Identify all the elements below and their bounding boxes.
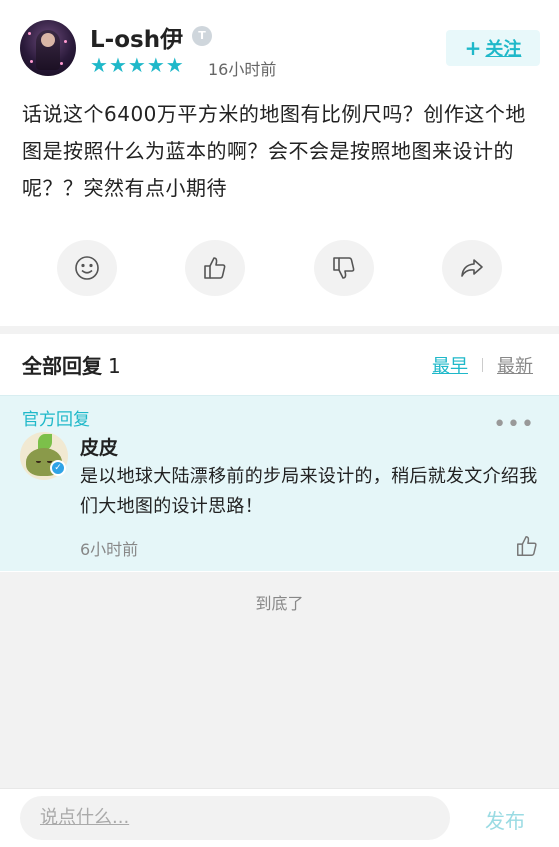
share-icon — [461, 259, 483, 277]
comment-input[interactable]: 说点什么... — [20, 796, 450, 840]
comment-composer: 说点什么... 发布 — [0, 788, 559, 847]
replies-title: 全部回复 — [22, 354, 102, 378]
smile-icon — [75, 256, 99, 280]
publish-button[interactable]: 发布 — [485, 805, 525, 834]
like-button[interactable] — [185, 240, 245, 296]
sort-separator — [482, 358, 483, 372]
author-avatar[interactable] — [20, 20, 76, 76]
dislike-button[interactable] — [314, 240, 374, 296]
reply-author-name[interactable]: 皮皮 — [80, 433, 118, 460]
star-icon: ★ — [108, 53, 127, 77]
section-divider — [0, 326, 559, 334]
reply-item: 官方回复 ••• ✓ 皮皮 是以地球大陆漂移前的步局来设计的，稍后就发文介绍我们… — [0, 395, 559, 571]
verified-badge-icon: ✓ — [50, 460, 66, 476]
thumbs-up-icon[interactable] — [515, 534, 539, 558]
level-badge-icon: T — [192, 26, 212, 46]
sort-toggle: 最早 最新 — [432, 352, 533, 378]
post-body: 话说这个6400万平方米的地图有比例尺吗？创作这个地图是按照什么为蓝本的啊？会不… — [22, 102, 526, 200]
post-author-row: L-osh伊 T ★ ★ ★ ★ ★ 16小时前 + 关注 — [20, 18, 540, 80]
post-time: 16小时前 — [208, 60, 277, 79]
reply-time: 6小时前 — [80, 540, 139, 559]
star-icon: ★ — [90, 53, 108, 77]
follow-button[interactable]: + 关注 — [446, 30, 540, 66]
replies-count: 1 — [108, 354, 121, 378]
plus-icon: + — [464, 36, 482, 60]
sort-earliest-tab[interactable]: 最早 — [432, 352, 468, 378]
official-reply-tag: 官方回复 — [22, 410, 90, 430]
share-button[interactable] — [442, 240, 502, 296]
rating-stars: ★ ★ ★ ★ ★ — [90, 54, 185, 76]
comment-placeholder: 说点什么... — [40, 807, 130, 828]
thumbs-down-icon — [333, 257, 355, 279]
author-name[interactable]: L-osh伊 — [90, 20, 183, 54]
post-actions — [0, 240, 559, 298]
star-icon: ★ — [146, 53, 165, 77]
star-icon: ★ — [165, 53, 184, 77]
more-options-icon[interactable]: ••• — [493, 414, 535, 436]
sort-latest-tab[interactable]: 最新 — [497, 352, 533, 378]
replies-header: 全部回复 1 — [22, 350, 121, 379]
end-of-list-text: 到底了 — [255, 594, 304, 613]
emoji-button[interactable] — [57, 240, 117, 296]
reply-body: 是以地球大陆漂移前的步局来设计的，稍后就发文介绍我们大地图的设计思路！ — [80, 466, 538, 517]
star-icon: ★ — [127, 53, 146, 77]
thumbs-up-icon — [204, 257, 226, 279]
follow-label: 关注 — [485, 39, 522, 60]
